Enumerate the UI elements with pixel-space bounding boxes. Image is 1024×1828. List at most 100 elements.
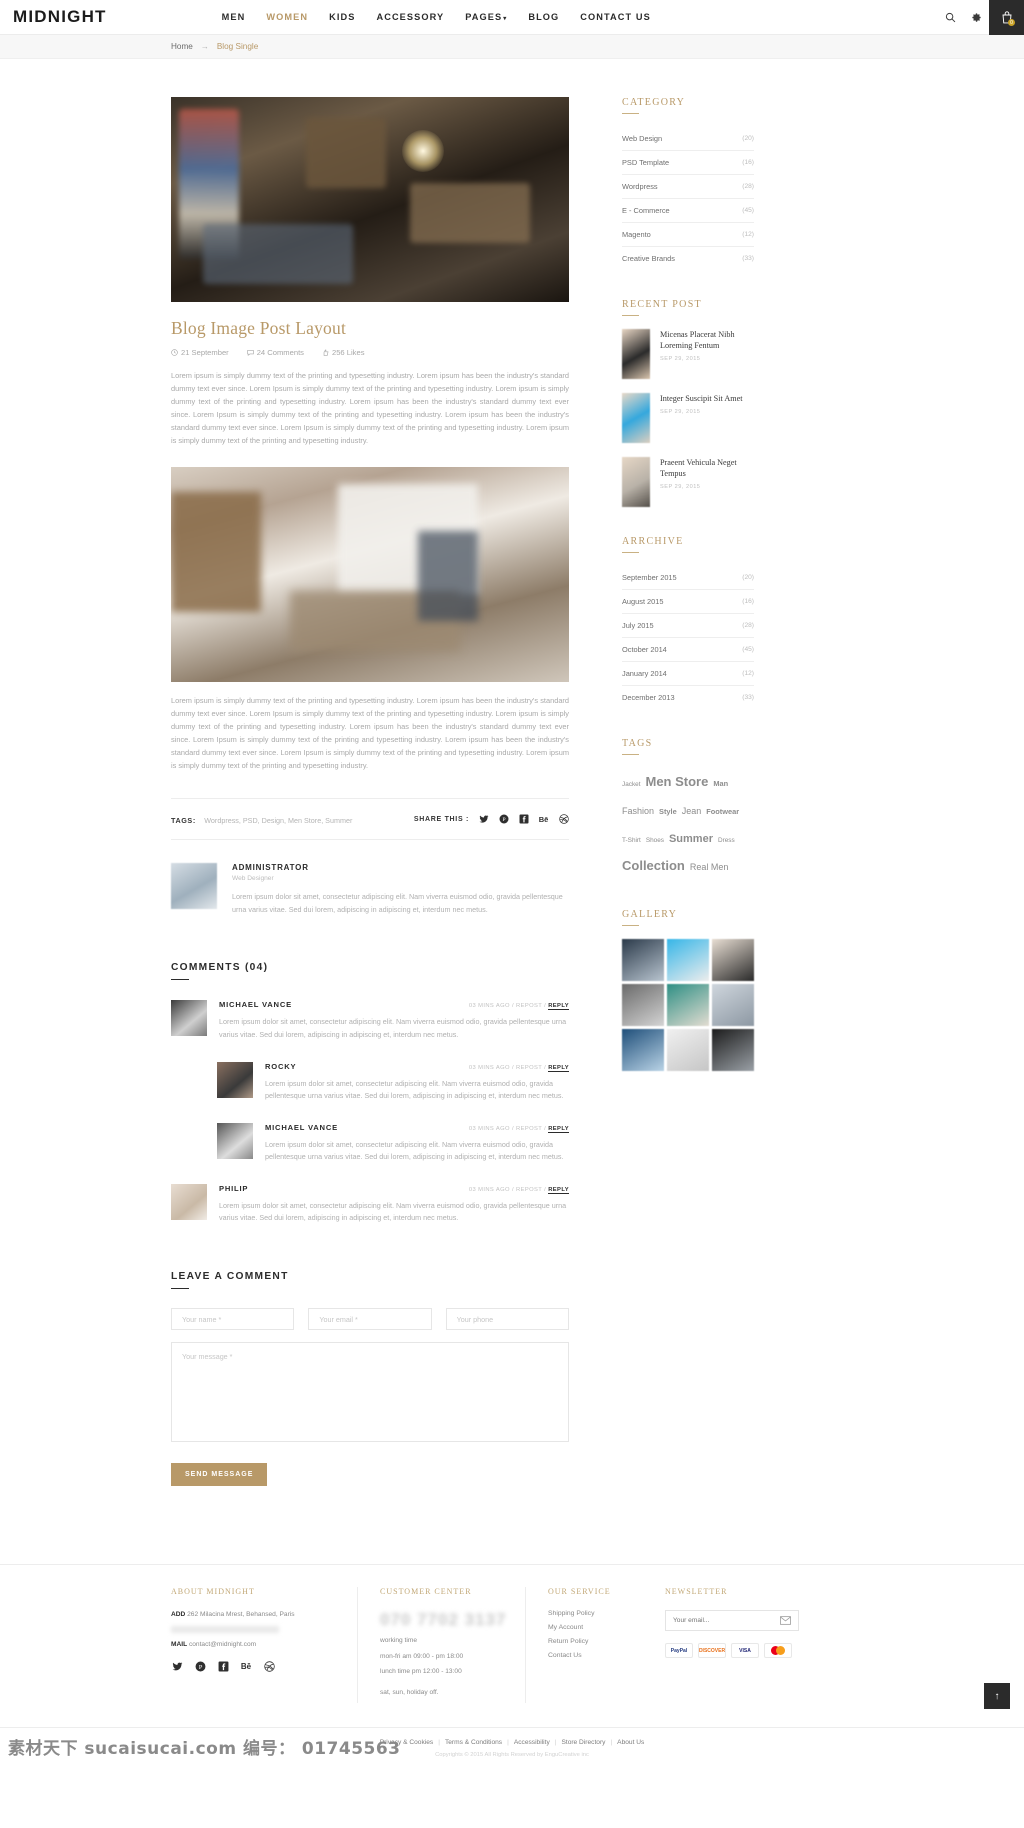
list-item[interactable]: PSD Template (16) bbox=[622, 151, 754, 175]
tag-link[interactable]: Shoes bbox=[646, 835, 664, 846]
envelope-icon[interactable] bbox=[780, 1616, 791, 1625]
list-item-label: August 2015 bbox=[622, 597, 664, 606]
recent-post-item[interactable]: Integer Suscipit Sit Amet SEP 29, 2015 bbox=[622, 393, 754, 443]
list-item[interactable]: Creative Brands (33) bbox=[622, 247, 754, 270]
gallery-thumbnail[interactable] bbox=[622, 1029, 664, 1071]
tag-link[interactable]: Real Men bbox=[690, 860, 729, 876]
scroll-to-top-button[interactable]: ↑ bbox=[984, 1683, 1010, 1710]
recent-post-item[interactable]: Praeent Vehicula Neget Tempus SEP 29, 201… bbox=[622, 457, 754, 507]
breadcrumb-home[interactable]: Home bbox=[171, 42, 193, 51]
gallery-thumbnail[interactable] bbox=[622, 984, 664, 1026]
nav-item-contact-us[interactable]: CONTACT US bbox=[580, 12, 651, 22]
recent-post-item[interactable]: Micenas Placerat Nibh Loreming Fentum SEP… bbox=[622, 329, 754, 379]
tag-link[interactable]: Jean bbox=[682, 804, 702, 820]
behance-icon[interactable]: Bē bbox=[538, 814, 549, 825]
list-item[interactable]: E - Commerce (45) bbox=[622, 199, 754, 223]
gallery-thumbnail[interactable] bbox=[667, 984, 709, 1026]
mail-value[interactable]: contact@midnight.com bbox=[189, 1641, 256, 1648]
nav-item-accessory[interactable]: ACCESSORY bbox=[376, 12, 444, 22]
gallery-thumbnail[interactable] bbox=[712, 1029, 754, 1071]
about-mail: MAIL contact@midnight.com bbox=[171, 1640, 341, 1651]
tag-link[interactable]: Jacket bbox=[622, 779, 640, 790]
send-message-button[interactable]: SEND MESSAGE bbox=[171, 1463, 268, 1487]
twitter-icon[interactable] bbox=[171, 1660, 183, 1672]
comment-reply-link[interactable]: REPLY bbox=[548, 1186, 569, 1194]
avatar bbox=[217, 1122, 253, 1159]
svg-text:P: P bbox=[198, 1664, 202, 1671]
tag-link[interactable]: Dress bbox=[718, 835, 735, 846]
comment-reply-link[interactable]: REPLY bbox=[548, 1064, 569, 1072]
facebook-icon[interactable] bbox=[518, 814, 529, 825]
gear-icon[interactable] bbox=[963, 0, 989, 35]
tag-link[interactable]: Fashion bbox=[622, 804, 654, 820]
list-item[interactable]: December 2013 (33) bbox=[622, 686, 754, 709]
list-item[interactable]: July 2015 (28) bbox=[622, 614, 754, 638]
nav-item-pages[interactable]: PAGES▾ bbox=[465, 12, 507, 22]
search-icon[interactable] bbox=[937, 0, 963, 35]
list-item[interactable]: September 2015 (20) bbox=[622, 566, 754, 590]
recent-post-title: Praeent Vehicula Neget Tempus bbox=[660, 458, 737, 479]
footer-bottom-link[interactable]: About Us bbox=[617, 1739, 644, 1746]
pinterest-icon[interactable]: P bbox=[194, 1660, 206, 1672]
list-item[interactable]: October 2014 (45) bbox=[622, 638, 754, 662]
footer-bottom-link[interactable]: Accessibility bbox=[514, 1739, 550, 1746]
tag-link[interactable]: Style bbox=[659, 806, 677, 819]
nav-item-women[interactable]: WOMEN bbox=[266, 12, 308, 22]
comment-reply-link[interactable]: REPLY bbox=[548, 1003, 569, 1011]
behance-icon[interactable]: Bē bbox=[240, 1660, 252, 1672]
comment-reply-link[interactable]: REPLY bbox=[548, 1125, 569, 1133]
dribbble-icon[interactable] bbox=[558, 814, 569, 825]
gallery-thumbnail[interactable] bbox=[667, 939, 709, 981]
twitter-icon[interactable] bbox=[478, 814, 489, 825]
pinterest-icon[interactable]: P bbox=[498, 814, 509, 825]
gallery-thumbnail[interactable] bbox=[712, 939, 754, 981]
tag-link[interactable]: Collection bbox=[622, 855, 685, 878]
tag-link[interactable]: Man bbox=[713, 778, 728, 791]
nav-item-blog[interactable]: BLOG bbox=[528, 12, 559, 22]
gallery-thumbnail[interactable] bbox=[622, 939, 664, 981]
gallery-thumbnail[interactable] bbox=[667, 1029, 709, 1071]
site-logo[interactable]: MIDNIGHT bbox=[13, 7, 107, 27]
list-item[interactable]: Web Design (20) bbox=[622, 127, 754, 151]
tag-link[interactable]: Summer bbox=[669, 830, 713, 849]
list-item[interactable]: Magento (12) bbox=[622, 223, 754, 247]
footer-link[interactable]: Contact Us bbox=[548, 1652, 639, 1659]
recent-post-thumbnail bbox=[622, 393, 650, 443]
breadcrumb-separator-icon: → bbox=[200, 42, 209, 51]
comment-repost-link[interactable]: REPOST bbox=[516, 1126, 542, 1132]
comment-repost-link[interactable]: REPOST bbox=[516, 1003, 542, 1009]
newsletter-form bbox=[665, 1610, 799, 1632]
comment-repost-link[interactable]: REPOST bbox=[516, 1065, 542, 1071]
comment-time: 03 MINS AGO bbox=[468, 1003, 510, 1010]
tags-values[interactable]: Wordpress, PSD, Design, Men Store, Summe… bbox=[204, 816, 352, 825]
footer-link[interactable]: Shipping Policy bbox=[548, 1610, 639, 1617]
tag-link[interactable]: T-Shirt bbox=[622, 835, 641, 846]
nav-item-men[interactable]: MEN bbox=[222, 12, 246, 22]
footer-link[interactable]: Return Policy bbox=[548, 1638, 639, 1645]
cart-button[interactable]: 0 bbox=[989, 0, 1024, 35]
comment-form-row bbox=[171, 1308, 569, 1331]
list-item[interactable]: Wordpress (28) bbox=[622, 175, 754, 199]
footer-link[interactable]: My Account bbox=[548, 1624, 639, 1631]
email-field[interactable] bbox=[308, 1308, 432, 1331]
tag-link[interactable]: Men Store bbox=[645, 771, 708, 794]
phone-field[interactable] bbox=[445, 1308, 569, 1331]
post-title[interactable]: Blog Image Post Layout bbox=[171, 318, 569, 339]
nav-item-kids[interactable]: KIDS bbox=[329, 12, 355, 22]
footer-bottom-link[interactable]: Store Directory bbox=[561, 1739, 605, 1746]
list-item[interactable]: January 2014 (12) bbox=[622, 662, 754, 686]
newsletter-email-input[interactable] bbox=[673, 1617, 780, 1625]
comment-body: PHILIP 03 MINS AGO / REPOST / REPLY Lorem … bbox=[219, 1184, 569, 1225]
dribbble-icon[interactable] bbox=[263, 1660, 275, 1672]
facebook-icon[interactable] bbox=[217, 1660, 229, 1672]
message-field[interactable] bbox=[171, 1342, 569, 1443]
list-item-count: (28) bbox=[742, 183, 754, 190]
gallery-thumbnail[interactable] bbox=[712, 984, 754, 1026]
author-name: ADMINISTRATOR bbox=[232, 863, 309, 873]
footer-bottom-link[interactable]: Terms & Conditions bbox=[445, 1739, 502, 1746]
name-field[interactable] bbox=[171, 1308, 295, 1331]
tag-link[interactable]: Footwear bbox=[706, 806, 739, 819]
list-item[interactable]: August 2015 (16) bbox=[622, 590, 754, 614]
recent-post-title: Micenas Placerat Nibh Loreming Fentum bbox=[660, 330, 735, 351]
comment-repost-link[interactable]: REPOST bbox=[516, 1187, 542, 1193]
